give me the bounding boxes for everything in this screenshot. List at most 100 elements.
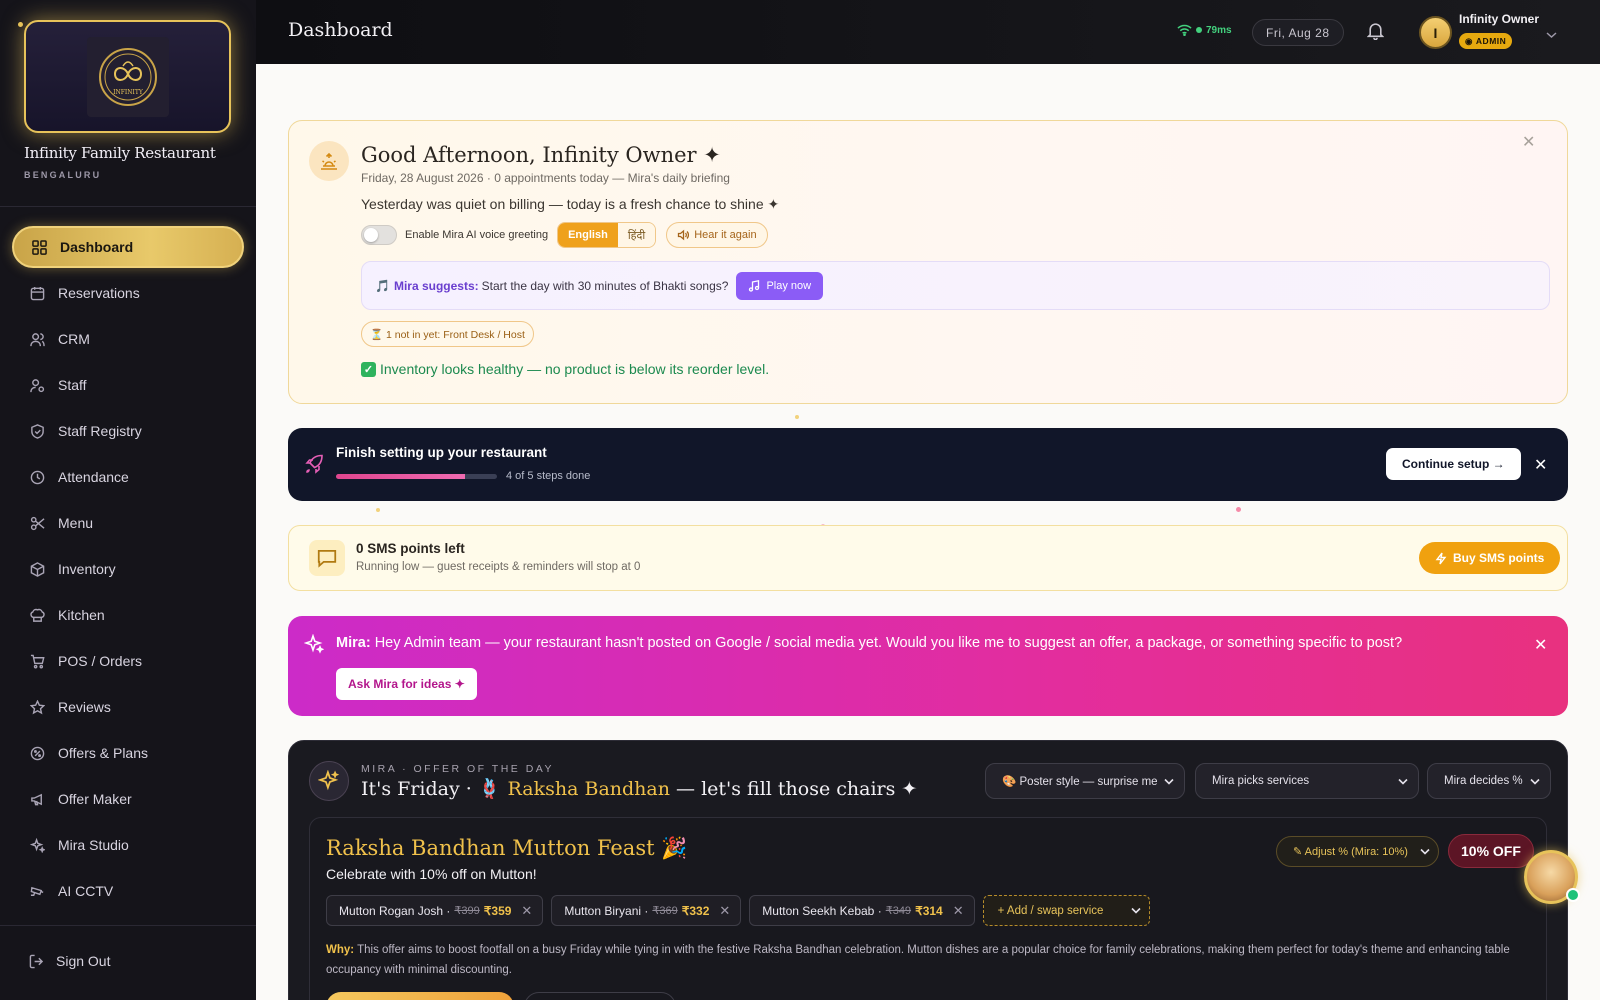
brand-logo: INFINITY	[86, 36, 169, 117]
sidebar-item-dashboard[interactable]: Dashboard	[12, 226, 244, 268]
offer-headline-prefix: It's Friday · 🪢	[361, 778, 508, 800]
sign-out-label: Sign Out	[56, 953, 111, 969]
check-icon: ✓	[361, 361, 376, 377]
sidebar-item-label: Inventory	[58, 561, 116, 577]
voice-greeting-label: Enable Mira AI voice greeting	[405, 229, 549, 241]
mira-message-text: Hey Admin team — your restaurant hasn't …	[374, 635, 1403, 651]
sign-out-button[interactable]: Sign Out	[29, 953, 110, 969]
sidebar-divider	[0, 925, 256, 926]
main-content: Good Afternoon, Infinity Owner ✦ Friday,…	[256, 64, 1600, 1000]
voice-greeting-toggle[interactable]	[361, 225, 397, 245]
hear-again-button[interactable]: Hear it again	[666, 222, 768, 248]
item-new-price: ₹332	[681, 903, 710, 918]
add-swap-service-select[interactable]: + Add / swap service	[982, 895, 1151, 926]
secondary-offer-button[interactable]	[524, 992, 676, 1000]
brand-logo-card[interactable]: INFINITY	[24, 20, 231, 133]
play-now-label: Play now	[766, 279, 812, 292]
mira-social-banner: Mira: Hey Admin team — your restaurant h…	[288, 616, 1568, 716]
sidebar-item-reviews[interactable]: Reviews	[12, 686, 244, 728]
attendance-alert-badge[interactable]: ⏳ 1 not in yet: Front Desk / Host	[361, 321, 534, 347]
sparkles-icon	[29, 837, 45, 853]
box-icon	[29, 561, 45, 577]
sidebar-item-kitchen[interactable]: Kitchen	[12, 594, 244, 636]
offer-subtitle: Celebrate with 10% off on Mutton!	[326, 866, 537, 882]
chef-hat-icon	[29, 607, 45, 623]
notifications-button[interactable]	[1366, 22, 1385, 45]
item-old-price: ₹399	[454, 905, 480, 917]
sidebar-item-offer-maker[interactable]: Offer Maker	[12, 778, 244, 820]
buy-sms-label: Buy SMS points	[1453, 551, 1545, 565]
page-title: Dashboard	[288, 19, 393, 41]
sidebar-item-staff-registry[interactable]: Staff Registry	[12, 410, 244, 452]
grid-icon	[31, 239, 47, 255]
sidebar-item-mira-studio[interactable]: Mira Studio	[12, 824, 244, 866]
greeting-message: Yesterday was quiet on billing — today i…	[361, 196, 780, 212]
item-new-price: ₹314	[915, 903, 943, 918]
poster-style-value: 🎨 Poster style — surprise me	[1002, 776, 1158, 788]
chevron-down-icon	[1420, 848, 1430, 855]
services-select[interactable]: Mira picks services	[1195, 763, 1419, 799]
sparkles-icon	[303, 633, 325, 659]
sidebar-item-pos-orders[interactable]: POS / Orders	[12, 640, 244, 682]
ask-mira-button[interactable]: Ask Mira for ideas ✦	[336, 668, 477, 700]
greeting-subtitle: Friday, 28 August 2026 · 0 appointments …	[361, 171, 730, 185]
offer-items: Mutton Rogan Josh · ₹399 ₹359 ✕ Mutton B…	[326, 895, 1151, 926]
sidebar-item-ai-cctv[interactable]: AI CCTV	[12, 870, 244, 912]
sidebar-item-crm[interactable]: CRM	[12, 318, 244, 360]
lang-hindi-button[interactable]: हिंदी	[617, 223, 656, 247]
bell-icon	[1366, 23, 1385, 41]
adjust-percent-select[interactable]: ✎ Adjust % (Mira: 10%)	[1276, 836, 1439, 867]
language-switch: English हिंदी	[557, 222, 657, 248]
close-icon[interactable]: ✕	[1534, 635, 1547, 655]
sidebar-item-menu[interactable]: Menu	[12, 502, 244, 544]
primary-offer-button[interactable]	[326, 992, 514, 1000]
user-name[interactable]: Infinity Owner	[1459, 12, 1539, 26]
sidebar-item-staff[interactable]: Staff	[12, 364, 244, 406]
user-avatar[interactable]: I	[1419, 16, 1452, 49]
role-badge: ◉ ADMIN	[1459, 33, 1513, 49]
offer-headline-festival: Raksha Bandhan	[507, 778, 670, 800]
chevron-down-icon[interactable]	[1546, 26, 1557, 44]
sidebar-item-offers-plans[interactable]: Offers & Plans	[12, 732, 244, 774]
discount-percent-select[interactable]: Mira decides %	[1427, 763, 1551, 799]
buy-sms-button[interactable]: Buy SMS points	[1419, 542, 1561, 574]
confetti-dot	[1236, 507, 1241, 512]
item-new-price: ₹359	[483, 903, 512, 918]
offer-rationale: Why: This offer aims to boost footfall o…	[326, 940, 1516, 980]
voice-greeting-row: Enable Mira AI voice greeting English हि…	[361, 222, 768, 248]
mira-assistant-avatar[interactable]	[1524, 850, 1580, 904]
sidebar-item-inventory[interactable]: Inventory	[12, 548, 244, 590]
brand-name: Infinity Family Restaurant	[24, 144, 216, 162]
lang-english-button[interactable]: English	[558, 223, 618, 247]
sidebar-item-label: Mira Studio	[58, 837, 129, 853]
offer-title: Raksha Bandhan Mutton Feast 🎉	[326, 836, 688, 860]
offer-headline: It's Friday · 🪢 Raksha Bandhan — let's f…	[361, 777, 917, 800]
sidebar-item-label: Reviews	[58, 699, 111, 715]
item-old-price: ₹349	[885, 905, 912, 917]
clock-icon	[29, 469, 45, 485]
date-pill: Fri, Aug 28	[1252, 19, 1344, 46]
remove-item-icon[interactable]: ✕	[719, 903, 730, 919]
discount-badge: 10% OFF	[1448, 834, 1534, 868]
sidebar-item-label: Offers & Plans	[58, 745, 149, 761]
greeting-card: Good Afternoon, Infinity Owner ✦ Friday,…	[288, 120, 1568, 404]
badge-percent-icon	[29, 745, 45, 761]
close-icon[interactable]: ✕	[1522, 132, 1535, 152]
role-label: ADMIN	[1475, 36, 1507, 46]
item-name: Mutton Biryani ·	[564, 903, 649, 918]
connection-status: 79ms	[1177, 24, 1232, 36]
remove-item-icon[interactable]: ✕	[521, 903, 532, 919]
continue-setup-button[interactable]: Continue setup →	[1386, 448, 1521, 480]
play-now-button[interactable]: Play now	[736, 271, 824, 300]
add-swap-label: + Add / swap service	[997, 904, 1104, 917]
offer-of-the-day: MIRA · OFFER OF THE DAY It's Friday · 🪢 …	[288, 740, 1568, 1000]
sunrise-icon	[309, 141, 349, 181]
sidebar-item-reservations[interactable]: Reservations	[12, 272, 244, 314]
sidebar-item-attendance[interactable]: Attendance	[12, 456, 244, 498]
inventory-status: ✓ Inventory looks healthy — no product i…	[361, 361, 769, 377]
close-icon[interactable]: ✕	[1534, 455, 1547, 475]
poster-style-select[interactable]: 🎨 Poster style — surprise me	[985, 763, 1185, 799]
remove-item-icon[interactable]: ✕	[953, 903, 964, 919]
offer-item-chip: Mutton Rogan Josh · ₹399 ₹359 ✕	[326, 895, 544, 926]
sidebar-item-label: POS / Orders	[58, 653, 143, 669]
